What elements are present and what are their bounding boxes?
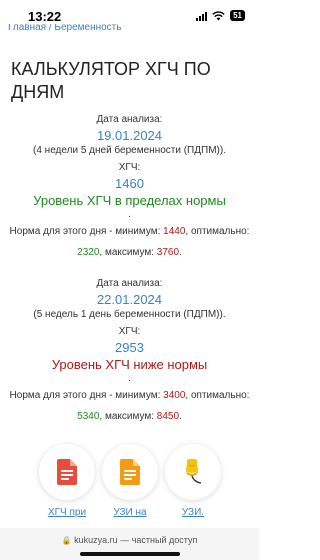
norm-end: . <box>179 411 182 422</box>
status-icons: 51 <box>196 10 245 21</box>
ultrasound-link[interactable]: УЗИ. <box>158 507 228 518</box>
hcg-status: Уровень ХГЧ ниже нормы <box>51 357 208 372</box>
pregnancy-term: (4 недели 5 дней беременности (ПДПМ)). <box>33 145 226 156</box>
norm-text: Норма для этого дня - минимум: 1440, опт… <box>0 221 259 263</box>
norm-prefix: Норма для этого дня - минимум: <box>9 390 164 401</box>
battery-icon: 51 <box>230 10 245 21</box>
breadcrumb[interactable]: Главная / Беременность <box>8 24 121 32</box>
separator-dot: . <box>128 209 131 220</box>
norm-max-label: , максимум: <box>99 411 157 422</box>
ultrasound-article-link[interactable]: УЗИ на <box>95 507 165 518</box>
norm-opt-label: , оптимально: <box>185 390 250 401</box>
hcg-label: ХГЧ: <box>118 326 141 337</box>
hcg-label: ХГЧ: <box>118 162 141 173</box>
document-icon <box>120 459 140 485</box>
norm-opt: 2320 <box>77 247 100 258</box>
norm-max: 3760 <box>156 247 180 258</box>
pregnancy-term: (5 недель 1 день беременности (ПДПМ)). <box>33 309 226 320</box>
norm-opt-label: , оптимально: <box>185 226 250 237</box>
document-icon <box>57 459 77 485</box>
ultrasound-button[interactable] <box>165 444 221 500</box>
separator-dot: . <box>128 373 131 384</box>
norm-min: 1440 <box>163 226 186 237</box>
norm-opt: 5340 <box>77 411 100 422</box>
cellular-signal-icon <box>196 11 208 21</box>
result-1: Дата анализа: 19.01.2024 (4 недели 5 дне… <box>0 113 259 263</box>
norm-min: 3400 <box>163 390 186 401</box>
status-time: 13:22 <box>28 9 62 24</box>
private-mode-label: — частный доступ <box>120 535 198 545</box>
norm-end: . <box>179 247 182 258</box>
hcg-article-button[interactable] <box>39 444 95 500</box>
date-label: Дата анализа: <box>96 278 163 289</box>
hcg-status: Уровень ХГЧ в пределах нормы <box>33 193 226 208</box>
result-2: Дата анализа: 22.01.2024 (5 недель 1 ден… <box>0 277 259 427</box>
home-indicator <box>80 552 180 556</box>
norm-max: 8450 <box>156 411 180 422</box>
lock-icon: 🔒 <box>61 536 72 545</box>
ultrasound-probe-icon <box>186 459 202 484</box>
hcg-article-link[interactable]: ХГЧ при <box>32 507 102 518</box>
norm-prefix: Норма для этого дня - минимум: <box>9 226 164 237</box>
ultrasound-article-button[interactable] <box>102 444 158 500</box>
hcg-value: 2953 <box>115 340 144 355</box>
analysis-date: 22.01.2024 <box>96 292 163 307</box>
page-title: КАЛЬКУЛЯТОР ХГЧ ПО ДНЯМ <box>11 59 211 102</box>
norm-max-label: , максимум: <box>99 247 157 258</box>
wifi-icon <box>212 10 225 20</box>
url-text: 🔒 kukuzya.ru — частный доступ <box>0 535 259 545</box>
analysis-date: 19.01.2024 <box>96 128 163 143</box>
hcg-value: 1460 <box>115 176 144 191</box>
date-label: Дата анализа: <box>96 114 163 125</box>
url-domain: kukuzya.ru <box>74 535 118 545</box>
norm-text: Норма для этого дня - минимум: 3400, опт… <box>0 385 259 427</box>
